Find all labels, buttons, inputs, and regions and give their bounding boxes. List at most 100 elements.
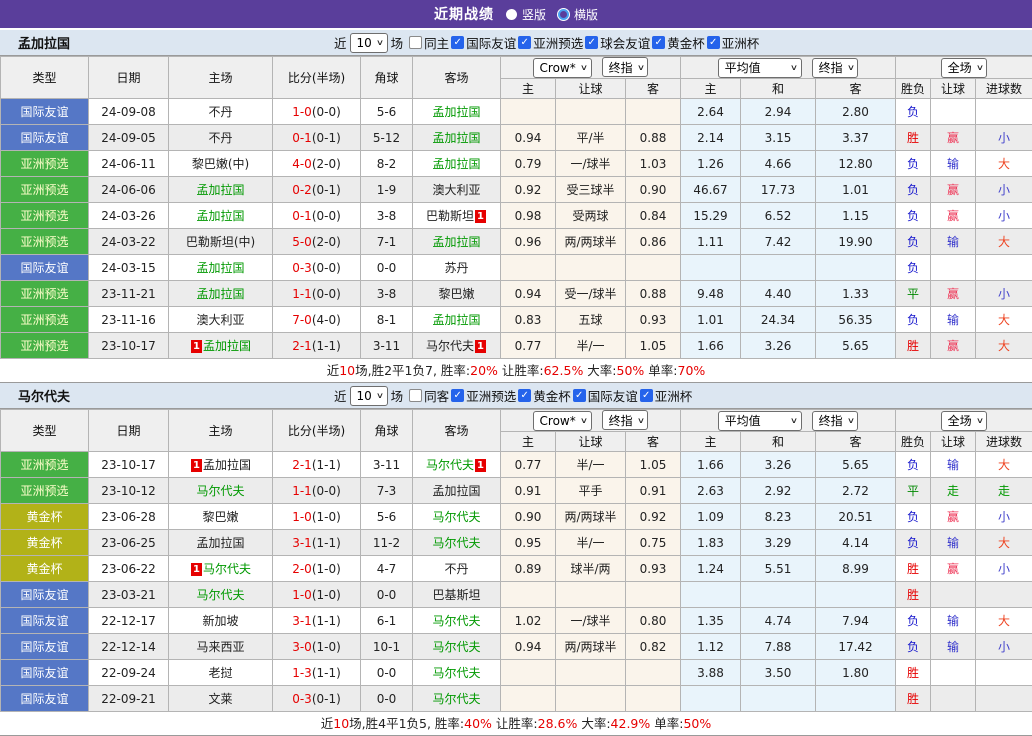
- layout-radio-vertical[interactable]: 竖版: [506, 6, 546, 23]
- checkbox-checked[interactable]: ✓: [518, 389, 531, 402]
- red-card-badge: 1: [475, 340, 486, 353]
- date-cell: 23-06-28: [89, 504, 169, 530]
- handicap-away-odds: 0.88: [626, 281, 681, 307]
- checkbox-checked[interactable]: ✓: [640, 389, 653, 402]
- checkbox-unchecked[interactable]: [409, 389, 422, 402]
- chevron-down-icon: ∨: [580, 63, 588, 72]
- avg-home-odds: [681, 255, 741, 281]
- sub-col-header: 主: [681, 79, 741, 99]
- team-section-bangladesh: 孟加拉国 近10∨场同主✓国际友谊✓亚洲预选✓球会友谊✓黄金杯✓亚洲杯 类型日期…: [0, 30, 1032, 383]
- results-table: 类型日期主场比分(半场)角球客场Crow*∨终指∨平均值∨终指∨全场∨主让球客主…: [0, 56, 1032, 359]
- chevron-down-icon: ∨: [636, 416, 644, 425]
- avg-home-odds: 1.11: [681, 229, 741, 255]
- section-bar: 孟加拉国 近10∨场同主✓国际友谊✓亚洲预选✓球会友谊✓黄金杯✓亚洲杯: [0, 30, 1032, 56]
- handicap-home-odds: 0.77: [501, 333, 556, 359]
- recent-count-select[interactable]: 10∨: [350, 386, 388, 406]
- summary-text: 让胜率:: [492, 716, 538, 731]
- away-team-cell: 苏丹: [413, 255, 501, 281]
- summary-text: 50%: [617, 363, 645, 378]
- team-name: 孟加拉国: [0, 33, 334, 52]
- competition-filter-label: 黄金杯: [667, 33, 705, 52]
- handicap-line: 半/一: [556, 452, 626, 478]
- handicap-line: 受两球: [556, 203, 626, 229]
- date-cell: 24-03-22: [89, 229, 169, 255]
- date-cell: 24-06-06: [89, 177, 169, 203]
- result-handicap: 赢: [931, 504, 976, 530]
- sub-col-header: 主: [501, 79, 556, 99]
- col-header: 日期: [89, 410, 169, 452]
- focus-team-name: 孟加拉国: [203, 339, 251, 353]
- score-cell: 2-1(1-1): [273, 333, 361, 359]
- odds-index-select-value: 终指: [609, 59, 633, 76]
- odds-source-select[interactable]: Crow*∨: [533, 411, 592, 431]
- away-team-cell: 马尔代夫: [413, 608, 501, 634]
- avg-home-odds: 1.12: [681, 634, 741, 660]
- date-cell: 23-11-21: [89, 281, 169, 307]
- away-team-cell: 巴勒斯坦1: [413, 203, 501, 229]
- odds-source-select[interactable]: Crow*∨: [533, 58, 592, 78]
- avg-draw-odds: [741, 582, 816, 608]
- result-wdl: 胜: [896, 582, 931, 608]
- result-handicap: 赢: [931, 556, 976, 582]
- checkbox-checked[interactable]: ✓: [451, 36, 464, 49]
- focus-team-name: 马尔代夫: [432, 666, 480, 680]
- checkbox-checked[interactable]: ✓: [585, 36, 598, 49]
- focus-team-name: 马尔代夫: [432, 614, 480, 628]
- avg-index-select[interactable]: 终指∨: [812, 411, 859, 431]
- avg-draw-odds: 2.92: [741, 478, 816, 504]
- average-select-group: 平均值∨ 终指∨: [681, 57, 896, 79]
- handicap-away-odds: 0.90: [626, 177, 681, 203]
- odds-index-select[interactable]: 终指∨: [602, 410, 649, 430]
- table-row: 亚洲预选23-11-16澳大利亚7-0(4-0)8-1孟加拉国0.83五球0.9…: [1, 307, 1032, 333]
- avg-source-select[interactable]: 平均值∨: [718, 411, 802, 431]
- team-name-text: 不丹: [208, 105, 232, 119]
- checkbox-unchecked[interactable]: [409, 36, 422, 49]
- date-cell: 23-06-22: [89, 556, 169, 582]
- focus-team-name: 马尔代夫: [426, 458, 474, 472]
- fulltime-score: 0-3: [292, 692, 312, 706]
- results-table: 类型日期主场比分(半场)角球客场Crow*∨终指∨平均值∨终指∨全场∨主让球客主…: [0, 409, 1032, 712]
- filter-bar: 近10∨场同客✓亚洲预选✓黄金杯✓国际友谊✓亚洲杯: [334, 386, 692, 406]
- red-card-badge: 1: [191, 459, 202, 472]
- odds-index-select[interactable]: 终指∨: [602, 57, 649, 77]
- fulltime-score: 0-1: [292, 209, 312, 223]
- checkbox-checked[interactable]: ✓: [451, 389, 464, 402]
- avg-source-select[interactable]: 平均值∨: [718, 58, 802, 78]
- scope-select[interactable]: 全场∨: [941, 411, 988, 431]
- corners-cell: 8-2: [361, 151, 413, 177]
- handicap-away-odds: [626, 255, 681, 281]
- avg-draw-odds: 3.26: [741, 452, 816, 478]
- result-wdl: 负: [896, 504, 931, 530]
- checkbox-checked[interactable]: ✓: [652, 36, 665, 49]
- away-team-cell: 马尔代夫: [413, 660, 501, 686]
- team-name-text: 孟加拉国: [196, 536, 244, 550]
- result-wdl: 胜: [896, 333, 931, 359]
- table-row: 亚洲预选23-11-21孟加拉国1-1(0-0)3-8黎巴嫩0.94受一/球半0…: [1, 281, 1032, 307]
- result-handicap: [931, 255, 976, 281]
- handicap-line: 半/一: [556, 530, 626, 556]
- avg-index-select[interactable]: 终指∨: [812, 58, 859, 78]
- home-team-cell: 孟加拉国: [169, 281, 273, 307]
- scope-select[interactable]: 全场∨: [941, 58, 988, 78]
- avg-home-odds: 1.66: [681, 452, 741, 478]
- halftime-score: (0-1): [312, 131, 341, 145]
- handicap-away-odds: [626, 686, 681, 712]
- sub-col-header: 胜负: [896, 432, 931, 452]
- avg-away-odds: 1.33: [816, 281, 896, 307]
- layout-radio-horizontal[interactable]: 横版: [558, 6, 598, 23]
- recent-count-select[interactable]: 10∨: [350, 33, 388, 53]
- checkbox-checked[interactable]: ✓: [707, 36, 720, 49]
- radio-unselected-icon[interactable]: [558, 9, 569, 20]
- checkbox-checked[interactable]: ✓: [518, 36, 531, 49]
- avg-away-odds: 1.01: [816, 177, 896, 203]
- avg-draw-odds: 4.74: [741, 608, 816, 634]
- result-wdl: 负: [896, 229, 931, 255]
- result-goals: 小: [976, 125, 1032, 151]
- checkbox-checked[interactable]: ✓: [573, 389, 586, 402]
- score-cell: 1-3(1-1): [273, 660, 361, 686]
- avg-home-odds: [681, 582, 741, 608]
- halftime-score: (1-1): [312, 666, 341, 680]
- avg-home-odds: 2.64: [681, 99, 741, 125]
- radio-selected-icon[interactable]: [506, 9, 517, 20]
- halftime-score: (0-0): [312, 209, 341, 223]
